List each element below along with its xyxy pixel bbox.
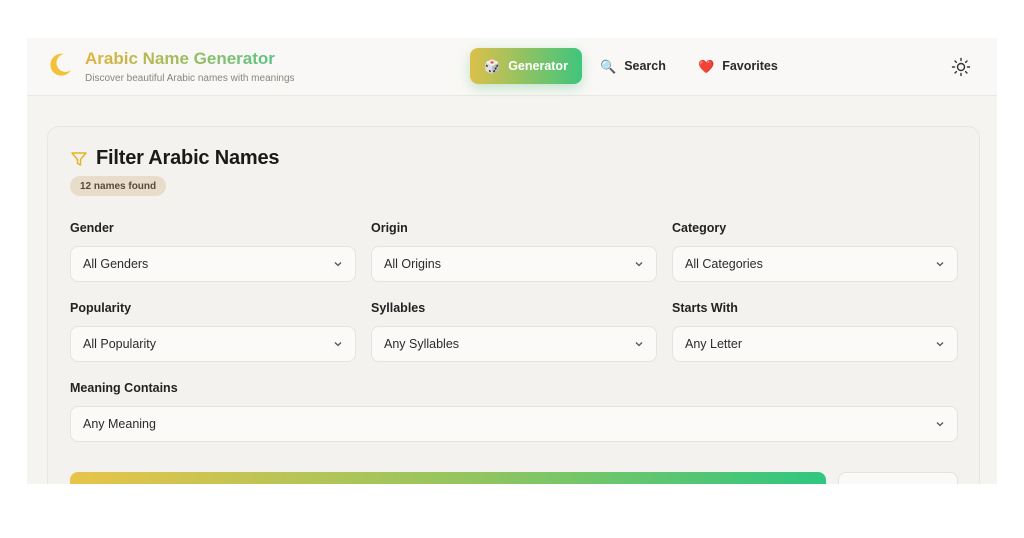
starts-with-select[interactable]: Any Letter xyxy=(672,326,958,362)
nav-favorites-label: Favorites xyxy=(722,59,778,73)
app-title: Arabic Name Generator xyxy=(85,49,275,68)
chevron-down-icon xyxy=(334,262,342,267)
filter-card: Filter Arabic Names 12 names found Gende… xyxy=(47,126,980,484)
app-subtitle: Discover beautiful Arabic names with mea… xyxy=(85,73,295,84)
origin-value: All Origins xyxy=(384,257,441,271)
sun-icon[interactable] xyxy=(951,57,971,77)
top-header: Arabic Name Generator Discover beautiful… xyxy=(27,38,997,96)
category-value: All Categories xyxy=(685,257,763,271)
nav-search-button[interactable]: 🔍 Search xyxy=(586,48,680,84)
generate-names-button[interactable] xyxy=(70,472,826,484)
popularity-select[interactable]: All Popularity xyxy=(70,326,356,362)
chevron-down-icon xyxy=(635,342,643,347)
filter-heading: Filter Arabic Names xyxy=(70,147,280,170)
crescent-moon-icon xyxy=(50,53,71,76)
popularity-label: Popularity xyxy=(70,301,132,315)
origin-label: Origin xyxy=(371,221,408,235)
gender-label: Gender xyxy=(70,221,114,235)
category-label: Category xyxy=(672,221,727,235)
nav-generator-button[interactable]: 🎲 Generator xyxy=(470,48,582,84)
reset-filters-button[interactable] xyxy=(838,472,958,484)
dice-icon: 🎲 xyxy=(484,58,501,74)
app-window: Arabic Name Generator Discover beautiful… xyxy=(27,38,997,484)
meaning-select[interactable]: Any Meaning xyxy=(70,406,958,442)
meaning-value: Any Meaning xyxy=(83,417,156,431)
starts-with-label: Starts With xyxy=(672,301,738,315)
popularity-value: All Popularity xyxy=(83,337,156,351)
filter-funnel-icon xyxy=(71,151,87,166)
nav-favorites-button[interactable]: ❤️ Favorites xyxy=(684,48,792,84)
syllables-label: Syllables xyxy=(371,301,426,315)
chevron-down-icon xyxy=(936,262,944,267)
chevron-down-icon xyxy=(936,342,944,347)
starts-with-value: Any Letter xyxy=(685,337,742,351)
category-select[interactable]: All Categories xyxy=(672,246,958,282)
gender-select[interactable]: All Genders xyxy=(70,246,356,282)
filter-title: Filter Arabic Names xyxy=(96,147,280,169)
syllables-value: Any Syllables xyxy=(384,337,460,351)
nav-generator-label: Generator xyxy=(508,59,568,73)
origin-select[interactable]: All Origins xyxy=(371,246,657,282)
syllables-select[interactable]: Any Syllables xyxy=(371,326,657,362)
nav-search-label: Search xyxy=(624,59,666,73)
chevron-down-icon xyxy=(635,262,643,267)
magnifier-icon: 🔍 xyxy=(600,58,617,74)
gender-value: All Genders xyxy=(83,257,149,271)
chevron-down-icon xyxy=(936,422,944,427)
results-count-badge: 12 names found xyxy=(70,176,167,196)
heart-icon: ❤️ xyxy=(698,58,715,74)
meaning-label: Meaning Contains xyxy=(70,381,178,395)
chevron-down-icon xyxy=(334,342,342,347)
